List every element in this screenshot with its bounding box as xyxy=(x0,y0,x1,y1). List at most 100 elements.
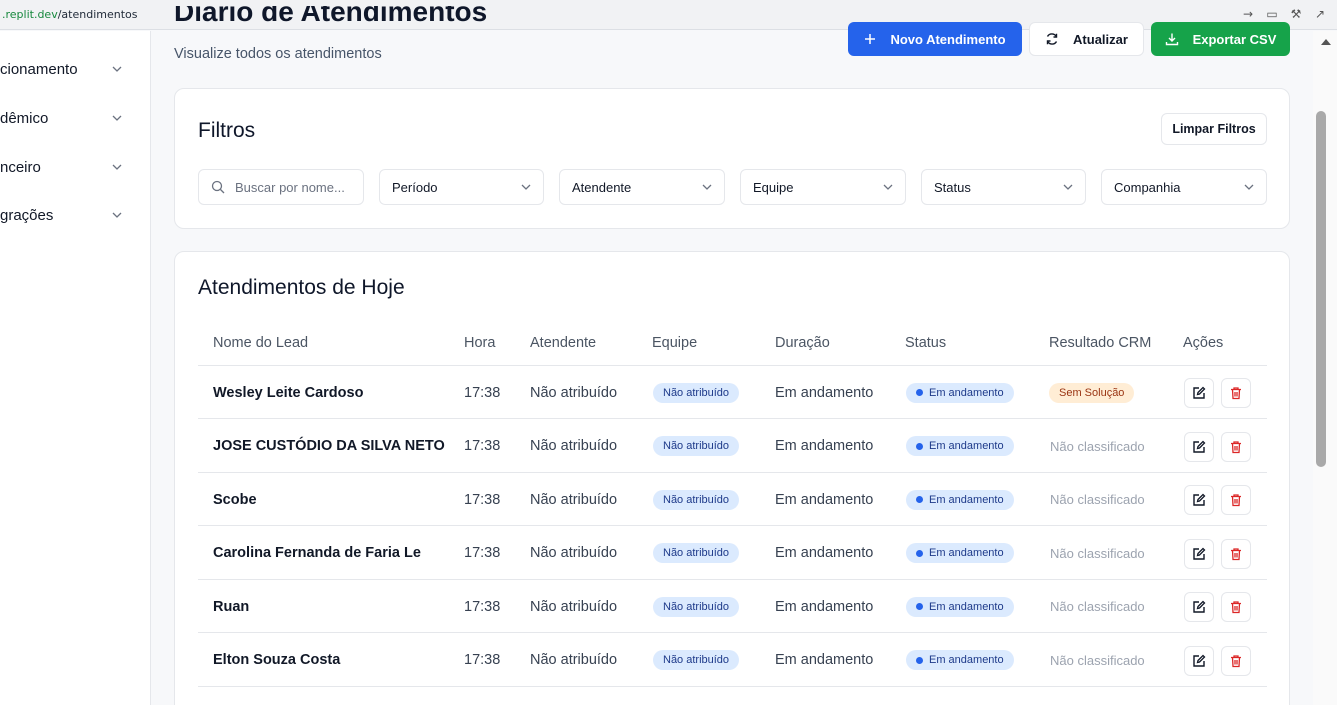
page-subtitle: Visualize todos os atendimentos xyxy=(174,46,382,62)
team-badge: Não atribuído xyxy=(653,382,740,403)
delete-button[interactable] xyxy=(1221,431,1251,462)
lead-time: 17:38 xyxy=(464,545,501,561)
column-header-resultado-crm[interactable]: Resultado CRM xyxy=(1049,335,1151,351)
crm-badge: Sem Solução xyxy=(1049,382,1135,403)
column-header-hora[interactable]: Hora xyxy=(464,335,495,351)
lead-duration: Em andamento xyxy=(775,545,874,561)
search-input[interactable]: Buscar por nome... xyxy=(198,169,364,205)
clear-filters-button[interactable]: Limpar Filtros xyxy=(1161,113,1267,145)
sidebar-item-relacionamento[interactable]: cionamento xyxy=(0,54,150,84)
lead-name: Scobe xyxy=(213,491,257,508)
column-header-duracao[interactable]: Duração xyxy=(775,335,830,351)
wrench-icon[interactable]: ⚒ xyxy=(1289,6,1303,22)
atendimentos-table-card: Atendimentos de Hoje Nome do Lead Hora A… xyxy=(174,251,1290,705)
lead-name: Ruan xyxy=(213,598,250,615)
column-header-atendente[interactable]: Atendente xyxy=(530,335,596,351)
edit-button[interactable] xyxy=(1184,378,1214,408)
search-placeholder: Buscar por nome... xyxy=(235,179,345,195)
status-dot-icon xyxy=(916,389,923,396)
lead-name: Elton Souza Costa xyxy=(213,652,341,668)
export-csv-label: Exportar CSV xyxy=(1192,31,1277,47)
table-row[interactable]: Scobe 17:38 Não atribuído Não atribuído Em a… xyxy=(198,473,1267,526)
table-row[interactable]: Carolina Fernanda de Faria Le 17:38 Não at… xyxy=(198,527,1267,580)
external-link-icon[interactable]: ↗ xyxy=(1313,6,1327,22)
table-row[interactable]: Elton Souza Costa 17:38 Não atribuído Não a… xyxy=(198,634,1267,687)
refresh-icon xyxy=(1046,33,1058,45)
status-badge-label: Em andamento xyxy=(929,493,1004,506)
new-atendimento-button[interactable]: Novo Atendimento xyxy=(848,22,1022,56)
company-select[interactable]: Companhia xyxy=(1101,169,1267,205)
sidebar-item-label: dêmico xyxy=(0,109,49,127)
status-badge-label: Em andamento xyxy=(929,654,1004,666)
edit-button[interactable] xyxy=(1184,431,1214,462)
crm-result: Não classificado xyxy=(1050,438,1145,454)
arrow-right-icon[interactable]: → xyxy=(1241,6,1255,22)
table-row[interactable]: Wesley Leite Cardoso 17:38 Não atribuído Nã… xyxy=(198,366,1267,419)
delete-button[interactable] xyxy=(1221,485,1251,515)
status-badge: Em andamento xyxy=(906,489,1014,510)
sidebar-item-academico[interactable]: dêmico xyxy=(0,103,150,133)
lead-duration: Em andamento xyxy=(775,438,874,454)
trash-icon xyxy=(1231,601,1241,614)
status-select[interactable]: Status xyxy=(921,169,1086,205)
status-badge-label: Em andamento xyxy=(929,600,1004,613)
delete-button[interactable] xyxy=(1221,378,1251,408)
delete-button[interactable] xyxy=(1221,592,1251,622)
page-scrollbar[interactable] xyxy=(1313,31,1337,705)
crm-cell: Sem Solução xyxy=(1049,366,1135,419)
trash-icon xyxy=(1231,440,1241,453)
sidebar-item-label: grações xyxy=(0,206,54,224)
sidebar-item-integracoes[interactable]: grações xyxy=(0,200,150,230)
column-header-nome[interactable]: Nome do Lead xyxy=(213,335,308,351)
export-csv-button[interactable]: Exportar CSV xyxy=(1151,22,1290,56)
team-badge: Não atribuído xyxy=(653,543,740,563)
search-icon xyxy=(211,180,225,194)
edit-icon xyxy=(1193,600,1206,613)
company-select-value: Companhia xyxy=(1114,179,1181,195)
scroll-up-arrow-icon[interactable] xyxy=(1321,39,1331,45)
column-header-status[interactable]: Status xyxy=(905,335,946,351)
trash-icon xyxy=(1231,387,1241,400)
page-title: Diário de Atendimentos xyxy=(174,6,487,36)
chevron-down-icon xyxy=(112,212,122,218)
edit-button[interactable] xyxy=(1184,645,1214,676)
delete-button[interactable] xyxy=(1221,538,1251,569)
chevron-down-icon xyxy=(1244,184,1254,190)
browser-actions: → ▭ ⚒ ↗ xyxy=(1241,6,1327,22)
table-row[interactable]: Ruan 17:38 Não atribuído Não atribuído Em an… xyxy=(198,580,1267,633)
edit-button[interactable] xyxy=(1184,592,1214,622)
status-badge: Em andamento xyxy=(906,543,1014,563)
status-dot-icon xyxy=(916,656,923,664)
url-field[interactable]: .replit.dev/atendimentos xyxy=(0,8,138,21)
edit-button[interactable] xyxy=(1184,485,1214,515)
team-cell: Não atribuído xyxy=(653,366,740,419)
lead-duration: Em andamento xyxy=(775,384,874,401)
delete-button[interactable] xyxy=(1221,645,1251,676)
edit-icon xyxy=(1193,654,1206,667)
table-row[interactable]: JOSE CUSTÓDIO DA SILVA NETO 17:38 Não atri… xyxy=(198,420,1267,473)
monitor-icon[interactable]: ▭ xyxy=(1265,6,1279,22)
edit-button[interactable] xyxy=(1184,538,1214,569)
lead-attendant: Não atribuído xyxy=(530,384,618,401)
team-select[interactable]: Equipe xyxy=(740,169,906,205)
lead-name: Carolina Fernanda de Faria Le xyxy=(213,545,421,561)
refresh-label: Atualizar xyxy=(1073,31,1128,47)
url-path: /atendimentos xyxy=(57,8,138,21)
lead-attendant: Não atribuído xyxy=(530,438,618,454)
lead-time: 17:38 xyxy=(464,438,501,454)
attendant-select[interactable]: Atendente xyxy=(559,169,725,205)
status-cell: Em andamento xyxy=(906,366,1014,419)
period-select[interactable]: Período xyxy=(379,169,544,205)
sidebar-item-financeiro[interactable]: nceiro xyxy=(0,152,150,182)
status-badge: Em andamento xyxy=(906,596,1014,617)
crm-result: Não classificado xyxy=(1050,599,1145,614)
column-header-equipe[interactable]: Equipe xyxy=(652,335,697,351)
lead-time: 17:38 xyxy=(464,598,501,615)
status-badge: Em andamento xyxy=(906,650,1014,670)
trash-icon xyxy=(1231,494,1241,507)
lead-duration: Em andamento xyxy=(775,491,874,508)
refresh-button[interactable]: Atualizar xyxy=(1029,22,1144,56)
scroll-thumb[interactable] xyxy=(1316,111,1326,467)
edit-icon xyxy=(1193,386,1206,399)
team-cell: Não atribuído xyxy=(653,634,740,687)
